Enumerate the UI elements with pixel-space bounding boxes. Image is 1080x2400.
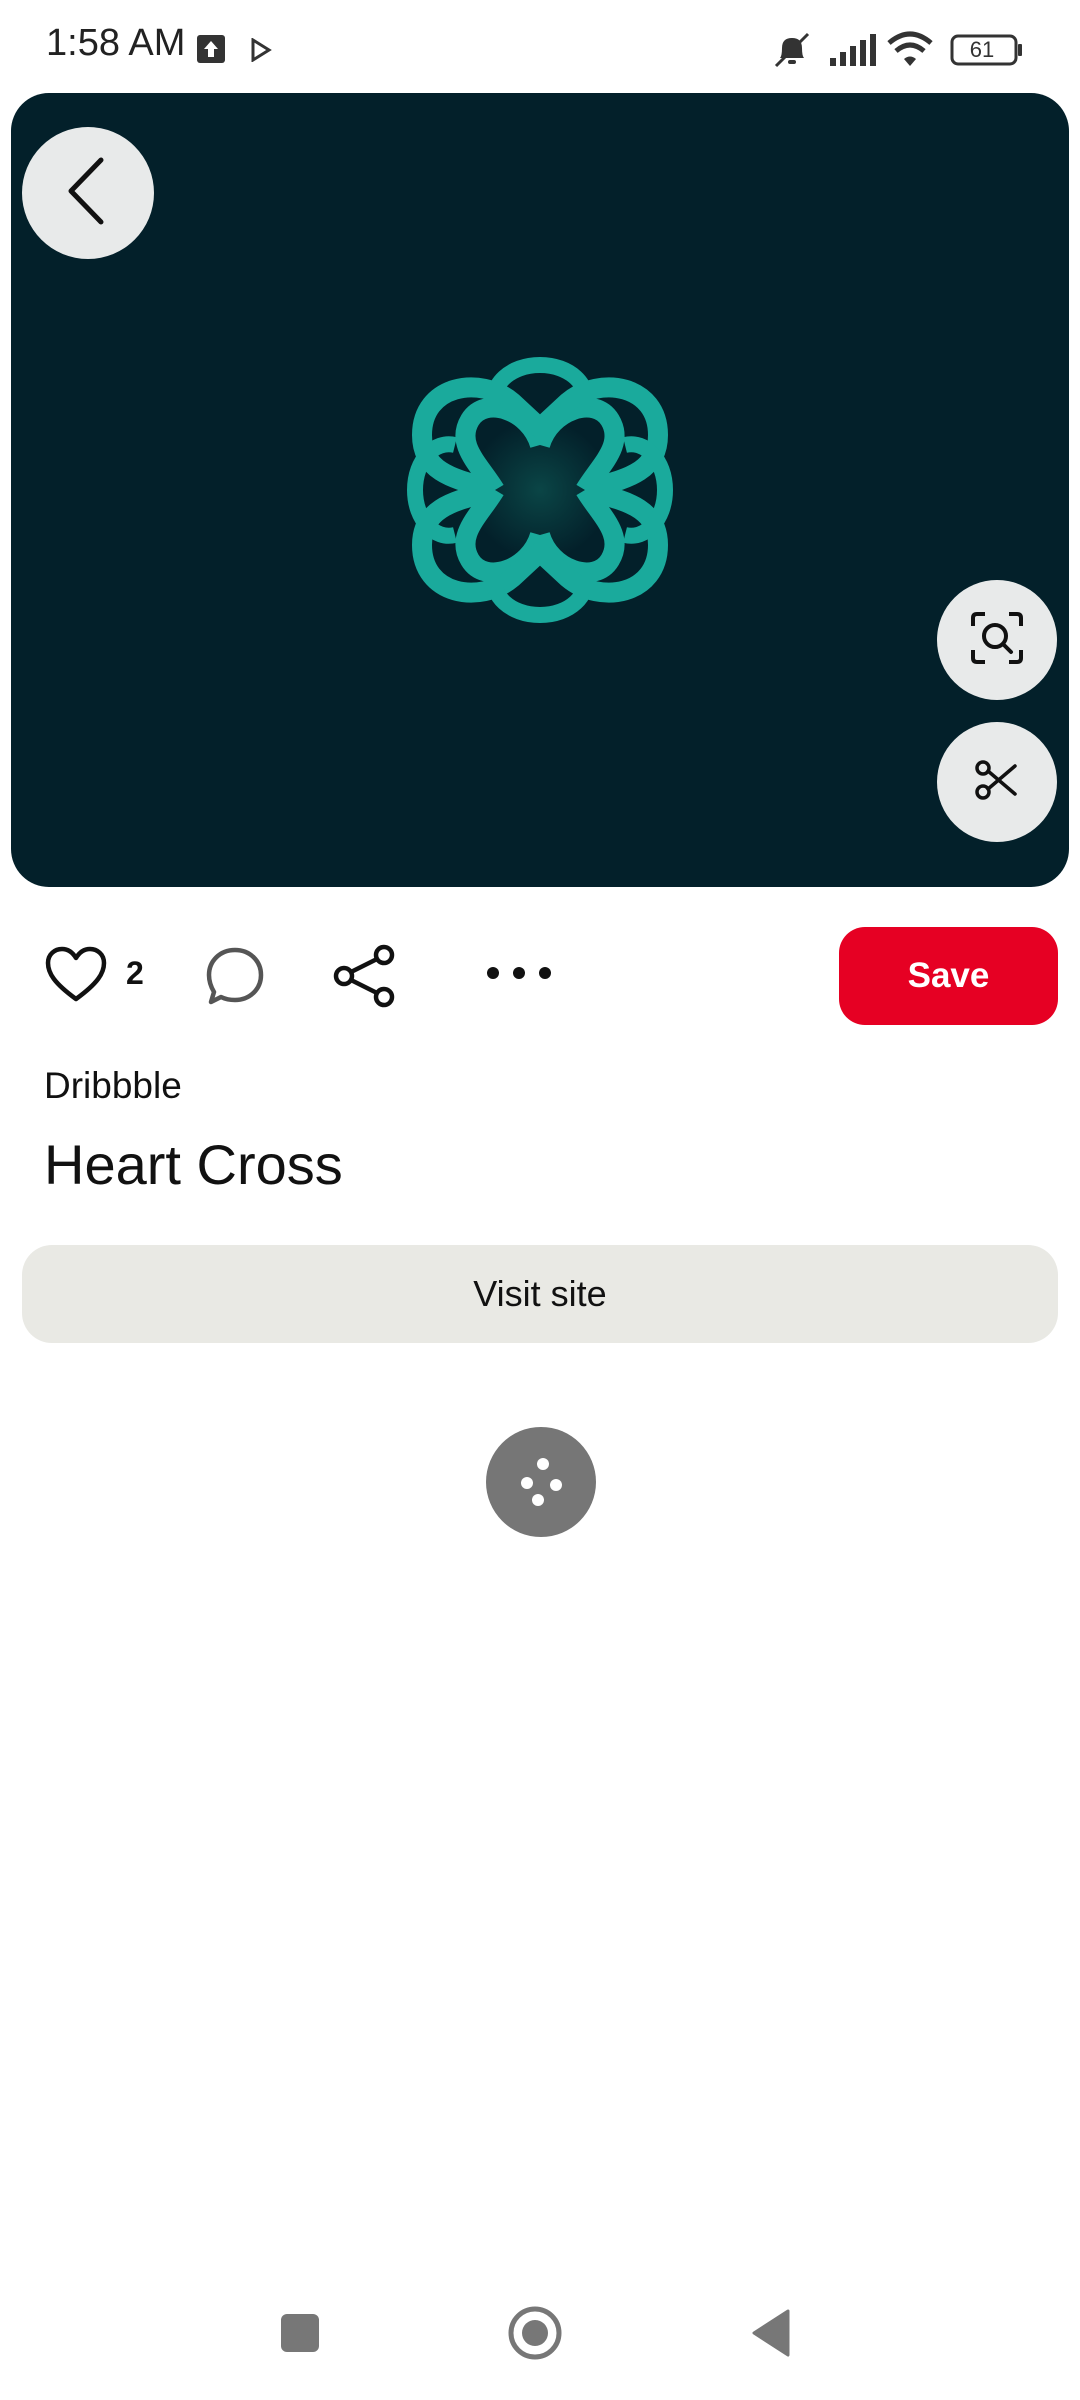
mute-icon bbox=[770, 30, 814, 75]
loading-indicator bbox=[486, 1427, 596, 1537]
save-button[interactable]: Save bbox=[839, 927, 1058, 1025]
status-bar: 1:58 AM 61 bbox=[0, 0, 1080, 92]
share-icon bbox=[330, 944, 398, 1013]
recents-button[interactable] bbox=[279, 2312, 321, 2359]
visual-search-button[interactable] bbox=[937, 580, 1057, 700]
more-icon bbox=[484, 967, 554, 987]
share-button[interactable] bbox=[330, 943, 398, 1014]
scissors-icon bbox=[973, 756, 1021, 809]
more-button[interactable] bbox=[484, 963, 554, 988]
pin-image[interactable] bbox=[11, 93, 1069, 887]
play-store-icon bbox=[250, 37, 272, 67]
home-button[interactable] bbox=[507, 2305, 563, 2366]
back-nav-button[interactable] bbox=[750, 2308, 792, 2363]
heart-icon bbox=[44, 946, 108, 1009]
back-arrow-icon bbox=[63, 156, 113, 231]
loading-dots-icon bbox=[486, 1458, 596, 1541]
home-circle-icon bbox=[507, 2306, 563, 2365]
pin-title: Heart Cross bbox=[44, 1133, 343, 1196]
wifi-icon bbox=[886, 30, 934, 73]
like-button[interactable] bbox=[44, 945, 108, 1010]
signal-icon bbox=[828, 32, 878, 73]
visual-search-icon bbox=[969, 610, 1025, 671]
upload-notification-icon bbox=[196, 34, 226, 69]
comment-icon bbox=[205, 947, 265, 1010]
square-icon bbox=[279, 2314, 321, 2358]
heart-cross-logo bbox=[407, 357, 673, 623]
battery-level: 61 bbox=[969, 37, 995, 62]
comment-button[interactable] bbox=[205, 946, 265, 1011]
like-count: 2 bbox=[126, 955, 144, 991]
visit-site-button[interactable]: Visit site bbox=[22, 1245, 1058, 1343]
pin-source[interactable]: Dribbble bbox=[44, 1065, 182, 1107]
crop-button[interactable] bbox=[937, 722, 1057, 842]
back-triangle-icon bbox=[750, 2309, 792, 2362]
status-time: 1:58 AM bbox=[46, 22, 186, 64]
system-nav-bar bbox=[0, 2270, 1080, 2400]
back-button[interactable] bbox=[22, 127, 154, 259]
